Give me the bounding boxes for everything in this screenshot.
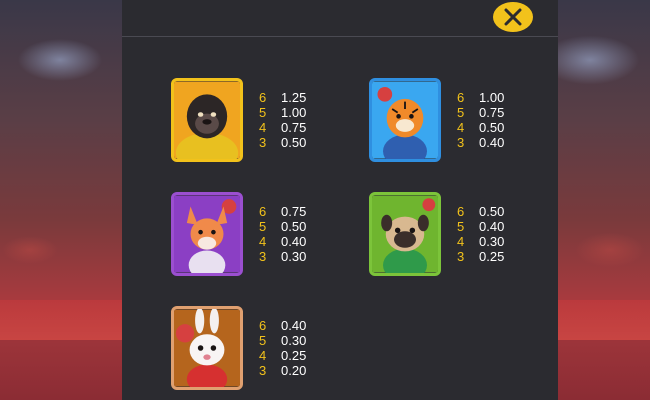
match-count: 5	[457, 105, 465, 120]
pay-value: 0.25	[281, 348, 307, 363]
pay-row: 3 0.40	[457, 135, 517, 150]
rabbit-paytable: 6 0.40 5 0.30 4 0.25 3 0.20	[259, 318, 319, 378]
header-divider	[122, 36, 558, 37]
fox-symbol	[171, 192, 243, 276]
pay-value: 1.25	[281, 90, 307, 105]
pay-row: 4 0.75	[259, 120, 319, 135]
tiger-icon	[372, 81, 438, 159]
fox-icon	[174, 195, 240, 273]
pay-row: 4 0.40	[259, 234, 319, 249]
pay-row: 6 0.50	[457, 204, 517, 219]
match-count: 6	[457, 90, 465, 105]
match-count: 6	[259, 318, 267, 333]
pay-value: 0.25	[479, 249, 505, 264]
gorilla-paytable: 6 1.25 5 1.00 4 0.75 3 0.50	[259, 90, 319, 150]
background-stripe-left	[0, 300, 122, 340]
match-count: 4	[259, 348, 267, 363]
background-stripe-right	[558, 300, 650, 340]
pug-symbol	[369, 192, 441, 276]
pay-value: 0.50	[479, 120, 505, 135]
tiger-symbol	[369, 78, 441, 162]
match-count: 6	[259, 204, 267, 219]
pay-row: 5 0.40	[457, 219, 517, 234]
close-button[interactable]	[493, 2, 533, 32]
rabbit-symbol	[171, 306, 243, 390]
pay-value: 0.30	[479, 234, 505, 249]
pay-value: 0.40	[479, 219, 505, 234]
pay-value: 0.40	[281, 234, 307, 249]
match-count: 5	[259, 105, 267, 120]
match-count: 5	[259, 333, 267, 348]
tiger-paytable: 6 1.00 5 0.75 4 0.50 3 0.40	[457, 90, 517, 150]
rabbit-icon	[174, 309, 240, 387]
pay-value: 0.50	[281, 135, 307, 150]
pay-row: 6 0.75	[259, 204, 319, 219]
match-count: 4	[259, 120, 267, 135]
gorilla-symbol	[171, 78, 243, 162]
match-count: 5	[457, 219, 465, 234]
pay-row: 3 0.25	[457, 249, 517, 264]
pay-row: 4 0.50	[457, 120, 517, 135]
match-count: 5	[259, 219, 267, 234]
pay-value: 0.50	[281, 219, 307, 234]
pug-paytable: 6 0.50 5 0.40 4 0.30 3 0.25	[457, 204, 517, 264]
match-count: 3	[259, 249, 267, 264]
match-count: 6	[259, 90, 267, 105]
match-count: 4	[259, 234, 267, 249]
match-count: 3	[457, 135, 465, 150]
pay-value: 1.00	[281, 105, 307, 120]
pay-value: 0.20	[281, 363, 307, 378]
pay-value: 0.30	[281, 333, 307, 348]
match-count: 3	[259, 363, 267, 378]
pay-value: 0.30	[281, 249, 307, 264]
match-count: 6	[457, 204, 465, 219]
pay-value: 0.50	[479, 204, 505, 219]
pay-row: 4 0.30	[457, 234, 517, 249]
pay-value: 0.40	[479, 135, 505, 150]
pay-value: 1.00	[479, 90, 505, 105]
gorilla-icon	[174, 81, 240, 159]
pay-value: 0.40	[281, 318, 307, 333]
pay-row: 5 0.75	[457, 105, 517, 120]
pay-value: 0.75	[479, 105, 505, 120]
pay-row: 6 0.40	[259, 318, 319, 333]
pay-row: 5 0.30	[259, 333, 319, 348]
pay-row: 3 0.20	[259, 363, 319, 378]
pug-icon	[372, 195, 438, 273]
pay-row: 6 1.25	[259, 90, 319, 105]
pay-row: 5 0.50	[259, 219, 319, 234]
pay-value: 0.75	[281, 120, 307, 135]
match-count: 4	[457, 120, 465, 135]
pay-row: 5 1.00	[259, 105, 319, 120]
pay-value: 0.75	[281, 204, 307, 219]
pay-row: 4 0.25	[259, 348, 319, 363]
pay-row: 6 1.00	[457, 90, 517, 105]
fox-paytable: 6 0.75 5 0.50 4 0.40 3 0.30	[259, 204, 319, 264]
close-icon	[504, 8, 522, 26]
match-count: 3	[259, 135, 267, 150]
match-count: 3	[457, 249, 465, 264]
pay-row: 3 0.50	[259, 135, 319, 150]
match-count: 4	[457, 234, 465, 249]
pay-row: 3 0.30	[259, 249, 319, 264]
